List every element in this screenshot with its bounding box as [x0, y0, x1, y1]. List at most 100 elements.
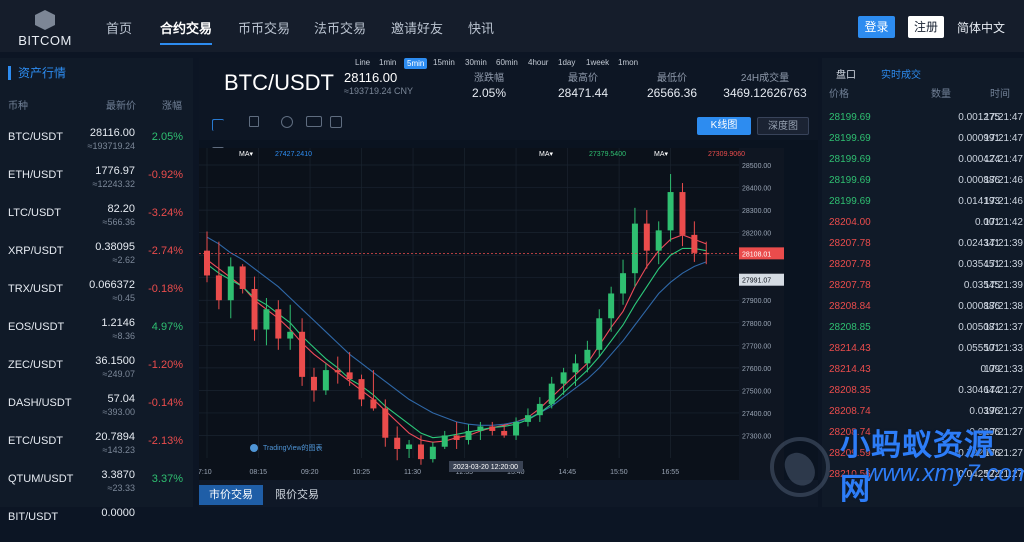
timeframe-15min[interactable]: 15min [433, 58, 455, 67]
market-pair: EOS/USDT [8, 321, 65, 333]
candle-body [263, 309, 270, 330]
candle-body [358, 379, 365, 400]
last-price: 28116.00 [344, 70, 398, 85]
nav-home[interactable]: 首页 [106, 18, 132, 37]
market-row[interactable]: BIT/USDT 0.0000 [0, 504, 193, 542]
timeframe-60min[interactable]: 60min [496, 58, 518, 67]
brand-logo[interactable]: BITCOM [18, 10, 72, 48]
x-tick-label: 08:15 [249, 469, 267, 476]
market-row[interactable]: XRP/USDT 0.38095 ≈2.62 -2.74% [0, 238, 193, 276]
market-pair: ETC/USDT [8, 435, 63, 447]
timeframe-1week[interactable]: 1week [586, 58, 609, 67]
trade-time: 17:21:42 [984, 217, 1023, 228]
y-tick-label: 28300.00 [742, 208, 771, 215]
market-row[interactable]: BTC/USDT 28116.00 ≈193719.24 2.05% [0, 124, 193, 162]
candle-body [655, 230, 662, 251]
chart-svg[interactable]: 27300.00 27400.00 27500.00 27600.00 27700.00… [198, 139, 784, 480]
trade-price: 28209.59 [829, 448, 871, 459]
market-row[interactable]: TRX/USDT 0.066372 ≈0.45 -0.18% [0, 276, 193, 314]
nav-spot[interactable]: 币币交易 [238, 18, 290, 37]
trade-price: 28207.78 [829, 280, 871, 291]
login-button[interactable]: 登录 [858, 16, 895, 38]
y-tick-label: 27500.00 [742, 388, 771, 395]
market-row[interactable]: LTC/USDT 82.20 ≈566.36 -3.24% [0, 200, 193, 238]
timeframe-1day[interactable]: 1day [558, 58, 575, 67]
nav-news[interactable]: 快讯 [468, 18, 494, 37]
market-pair: ZEC/USDT [8, 359, 63, 371]
candle-body [572, 363, 579, 373]
candle-body [524, 415, 531, 422]
market-order-tab[interactable]: 市价交易 [199, 485, 263, 505]
symbol-title: BTC/USDT [224, 70, 334, 95]
trade-time: 17:21:33 [984, 364, 1023, 375]
market-change: -3.24% [148, 207, 183, 219]
trade-row: 28210.56 0.042522 17:21:27 [822, 465, 1024, 485]
timeframe-4hour[interactable]: 4hour [528, 58, 548, 67]
candle-body [620, 273, 627, 294]
market-price: 0.066372 [89, 279, 135, 291]
market-price: 0.38095 [95, 241, 135, 253]
timeframe-1mon[interactable]: 1mon [618, 58, 638, 67]
kline-button[interactable]: K线图 [697, 117, 751, 135]
trade-time: 17:21:33 [984, 343, 1023, 354]
candle-body [513, 421, 520, 436]
candle-body [667, 192, 674, 231]
candlestick-chart[interactable]: 27300.00 27400.00 27500.00 27600.00 27700.00… [198, 139, 784, 480]
timeframe-1min[interactable]: 1min [379, 58, 396, 67]
ma-legend-label: MA▾ [654, 151, 669, 158]
trade-price: 28207.78 [829, 238, 871, 249]
depth-button[interactable]: 深度图 [757, 117, 809, 135]
market-change: 4.97% [151, 321, 183, 333]
indicators-icon[interactable] [306, 116, 322, 127]
trade-price: 28204.00 [829, 217, 871, 228]
stat-volume-label: 24H成交量 [740, 73, 790, 84]
market-row[interactable]: DASH/USDT 57.04 ≈393.00 -0.14% [0, 390, 193, 428]
market-row[interactable]: ETC/USDT 20.7894 ≈143.23 -2.13% [0, 428, 193, 466]
column-price: 最新价 [106, 101, 136, 112]
trade-price: 28207.78 [829, 259, 871, 270]
candle-body [299, 331, 306, 377]
register-button[interactable]: 注册 [908, 16, 944, 38]
market-price-cny: ≈249.07 [102, 369, 135, 379]
candle-body [501, 430, 508, 436]
market-price-cny: ≈2.62 [112, 255, 135, 265]
market-price: 28116.00 [89, 127, 135, 139]
y-tick-label: 27800.00 [742, 321, 771, 328]
candle-body [679, 192, 686, 235]
tab-orderbook[interactable]: 盘口 [836, 66, 856, 81]
trade-time: 17:21:39 [984, 280, 1023, 291]
nav-invite[interactable]: 邀请好友 [391, 18, 443, 37]
candle-body [608, 293, 615, 319]
trade-time: 17:21:46 [984, 196, 1023, 207]
y-tick-label: 28200.00 [742, 231, 771, 238]
nav-futures[interactable]: 合约交易 [160, 18, 213, 45]
candle-body [417, 444, 424, 460]
trades-column-price: 价格 [829, 89, 849, 100]
settings-icon[interactable] [281, 116, 293, 128]
market-row[interactable]: ZEC/USDT 36.1500 ≈249.07 -1.20% [0, 352, 193, 390]
trade-time: 17:21:27 [984, 385, 1023, 396]
candle-body [536, 403, 543, 416]
market-row[interactable]: ETH/USDT 1776.97 ≈12243.32 -0.92% [0, 162, 193, 200]
trade-time: 17:21:47 [984, 112, 1023, 123]
trade-price: 28208.35 [829, 385, 871, 396]
trade-row: 28207.78 0.024341 17:21:39 [822, 234, 1024, 254]
timeframe-5min[interactable]: 5min [404, 58, 428, 69]
crosshair-icon[interactable] [212, 119, 224, 131]
market-pair: LTC/USDT [8, 207, 61, 219]
market-row[interactable]: EOS/USDT 1.2146 ≈8.36 4.97% [0, 314, 193, 352]
brand-name: BITCOM [18, 33, 72, 48]
tab-trades[interactable]: 实时成交 [881, 66, 921, 81]
limit-order-tab[interactable]: 限价交易 [275, 485, 319, 505]
trade-time: 17:21:47 [984, 154, 1023, 165]
language-selector[interactable]: 简体中文 [957, 19, 1005, 36]
nav-fiat[interactable]: 法币交易 [314, 18, 366, 37]
trade-time: 17:21:39 [984, 259, 1023, 270]
market-price: 0.0000 [101, 507, 135, 519]
fullscreen-icon[interactable] [330, 116, 342, 128]
trade-time: 17:21:27 [984, 406, 1023, 417]
candle-style-icon[interactable] [249, 116, 259, 127]
timeframe-line[interactable]: Line [355, 58, 370, 67]
market-row[interactable]: QTUM/USDT 3.3870 ≈23.33 3.37% [0, 466, 193, 504]
timeframe-30min[interactable]: 30min [465, 58, 487, 67]
